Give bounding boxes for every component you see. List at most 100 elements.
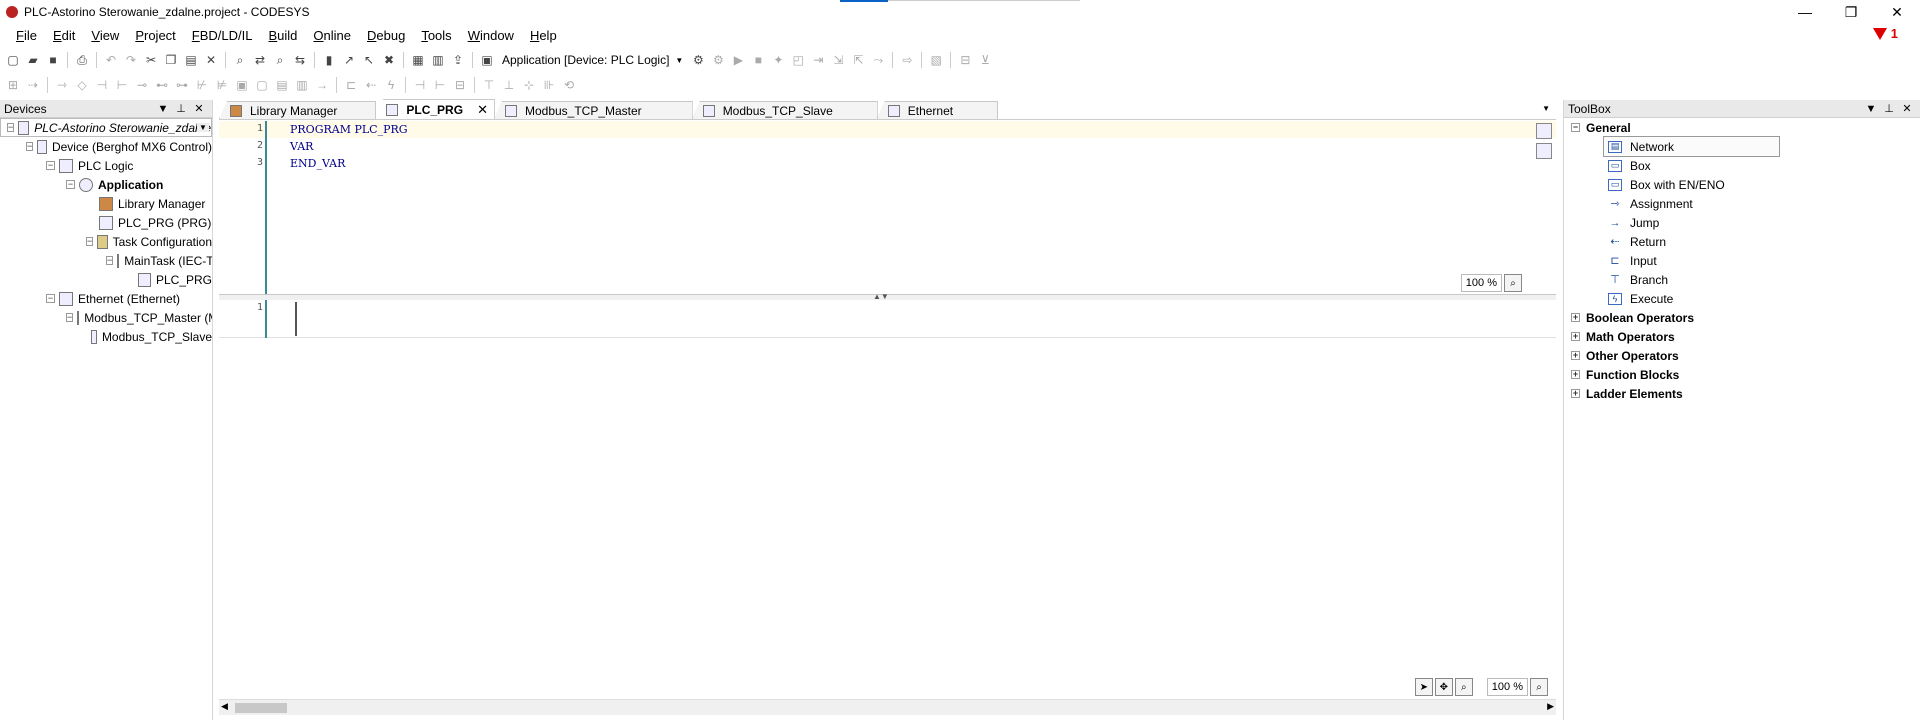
insert-negated-coil-icon[interactable]: ⊭ — [213, 76, 231, 94]
close-button[interactable]: ✕ — [1874, 0, 1920, 24]
insert-box-below-icon[interactable]: ▤ — [273, 76, 291, 94]
menu-build[interactable]: Build — [261, 28, 306, 43]
tree-item-plc-logic[interactable]: − PLC Logic — [0, 156, 212, 175]
toolbox-item-branch[interactable]: ⊤ Branch — [1564, 270, 1920, 289]
step-into-icon[interactable]: ⇲ — [829, 51, 847, 69]
insert-assignment-icon[interactable]: ⇾ — [53, 76, 71, 94]
replace-in-project-icon[interactable]: ⇆ — [291, 51, 309, 69]
remove-output-icon[interactable]: ⊢ — [431, 76, 449, 94]
implementation-editor[interactable]: 1 ➤ ✥ ⌕ 100 % ⌕ — [219, 300, 1556, 700]
tab-modbus-tcp-master[interactable]: Modbus_TCP_Master — [493, 101, 693, 119]
tab-ethernet[interactable]: Ethernet — [876, 101, 999, 119]
collapse-icon[interactable]: − — [46, 161, 55, 170]
toolbox-group-boolean-operators[interactable]: + Boolean Operators — [1564, 308, 1920, 327]
edge-detection-icon[interactable]: ⟲ — [560, 76, 578, 94]
branch-start-icon[interactable]: ⊥ — [500, 76, 518, 94]
set-output-icon[interactable]: ⊣ — [411, 76, 429, 94]
collapse-icon[interactable]: − — [106, 256, 114, 265]
application-combo[interactable]: Application [Device: PLC Logic] ▼ — [498, 50, 687, 70]
login-icon[interactable]: ⚙ — [689, 51, 707, 69]
tab-close-icon[interactable]: ✕ — [477, 102, 488, 118]
collapse-icon[interactable]: − — [66, 313, 74, 322]
menu-online[interactable]: Online — [305, 28, 359, 43]
delete-icon[interactable]: ✕ — [202, 51, 220, 69]
open-project-icon[interactable]: ▰ — [24, 51, 42, 69]
pin-icon[interactable]: ⊥ — [172, 102, 190, 115]
expand-icon[interactable]: + — [1571, 370, 1580, 379]
insert-negated-contact-icon[interactable]: ⊬ — [193, 76, 211, 94]
undo-icon[interactable]: ↶ — [102, 51, 120, 69]
negate-icon[interactable]: ⊟ — [451, 76, 469, 94]
find-in-project-icon[interactable]: ⌕ — [271, 51, 289, 69]
panel-close-icon[interactable]: ✕ — [190, 102, 208, 115]
build-dropdown-icon[interactable]: ▥ — [429, 51, 447, 69]
tabular-view-icon[interactable] — [1536, 143, 1552, 159]
toolbox-item-box[interactable]: ▭ Box — [1564, 156, 1920, 175]
unforce-values-icon[interactable]: ⊻ — [976, 51, 994, 69]
insert-reset-coil-icon[interactable]: ⊶ — [173, 76, 191, 94]
find-icon[interactable]: ⌕ — [231, 51, 249, 69]
insert-input-icon[interactable]: ⊏ — [342, 76, 360, 94]
tab-modbus-tcp-slave[interactable]: Modbus_TCP_Slave — [691, 101, 878, 119]
insert-parallel-contact-icon[interactable]: ⊢ — [113, 76, 131, 94]
breakpoint-icon[interactable]: ◰ — [789, 51, 807, 69]
insert-box-en-icon[interactable]: ▣ — [233, 76, 251, 94]
collapse-icon[interactable]: − — [7, 123, 15, 132]
tree-item-task-plc-prg[interactable]: PLC_PRG — [0, 270, 212, 289]
stop-icon[interactable]: ■ — [749, 51, 767, 69]
menu-fbd-ld-il[interactable]: FBD/LD/IL — [184, 28, 261, 43]
tree-item-device[interactable]: − Device (Berghof MX6 Control) — [0, 137, 212, 156]
step-over-icon[interactable]: ⇥ — [809, 51, 827, 69]
toolbox-group-function-blocks[interactable]: + Function Blocks — [1564, 365, 1920, 384]
tab-list-chevron-icon[interactable]: ▼ — [1542, 104, 1550, 113]
expand-icon[interactable]: + — [1571, 332, 1580, 341]
redo-icon[interactable]: ↷ — [122, 51, 140, 69]
menu-view[interactable]: View — [83, 28, 127, 43]
scroll-thumb[interactable] — [235, 703, 287, 713]
chevron-down-icon[interactable]: ▼ — [197, 123, 209, 132]
restore-button[interactable]: ❐ — [1828, 0, 1874, 24]
new-project-icon[interactable]: ▢ — [4, 51, 22, 69]
menu-project[interactable]: Project — [127, 28, 183, 43]
toolbox-group-other-operators[interactable]: + Other Operators — [1564, 346, 1920, 365]
collapse-icon[interactable]: − — [46, 294, 55, 303]
tree-item-ethernet[interactable]: − Ethernet (Ethernet) — [0, 289, 212, 308]
reset-icon[interactable]: ✦ — [769, 51, 787, 69]
toolbox-item-assignment[interactable]: ⇾ Assignment — [1564, 194, 1920, 213]
insert-network-below-icon[interactable]: ⇢ — [24, 76, 42, 94]
toolbox-item-box-with-en-eno[interactable]: ▭ Box with EN/ENO — [1564, 175, 1920, 194]
tree-item-application[interactable]: − Application — [0, 175, 212, 194]
menu-debug[interactable]: Debug — [359, 28, 413, 43]
insert-return-icon[interactable]: ⇠ — [362, 76, 380, 94]
pan-icon[interactable]: ✥ — [1434, 678, 1453, 696]
expand-icon[interactable]: + — [1571, 389, 1580, 398]
write-values-icon[interactable]: ▧ — [927, 51, 945, 69]
force-values-icon[interactable]: ⊟ — [956, 51, 974, 69]
toolbox-item-network[interactable]: ▤ Network — [1603, 136, 1780, 157]
zoom-icon[interactable]: ⌕ — [1504, 274, 1522, 292]
tree-item-project[interactable]: − PLC-Astorino Sterowanie_zdalne ▼ — [0, 118, 212, 137]
menu-file[interactable]: File — [8, 28, 45, 43]
step-out-icon[interactable]: ⇱ — [849, 51, 867, 69]
collapse-icon[interactable]: − — [66, 180, 75, 189]
pointer-icon[interactable]: ➤ — [1414, 678, 1433, 696]
minimize-button[interactable]: — — [1782, 0, 1828, 24]
next-bookmark-icon[interactable]: ↗ — [340, 51, 358, 69]
horizontal-scrollbar[interactable]: ◀ ▶ — [219, 699, 1556, 715]
bookmark-icon[interactable]: ▮ — [320, 51, 338, 69]
panel-menu-chevron-icon[interactable]: ▼ — [1862, 103, 1880, 115]
toolbox-item-input[interactable]: ⊏ Input — [1564, 251, 1920, 270]
branch-end-icon[interactable]: ⊹ — [520, 76, 538, 94]
panel-menu-chevron-icon[interactable]: ▼ — [154, 103, 172, 115]
collapse-icon[interactable]: − — [86, 237, 94, 246]
insert-set-coil-icon[interactable]: ⊷ — [153, 76, 171, 94]
scroll-right-icon[interactable]: ▶ — [1547, 701, 1554, 712]
messages-indicator[interactable]: 1 — [1872, 26, 1898, 41]
tree-item-library-manager[interactable]: Library Manager — [0, 194, 212, 213]
expand-icon[interactable]: + — [1571, 351, 1580, 360]
scroll-left-icon[interactable]: ◀ — [221, 701, 228, 712]
save-icon[interactable]: ■ — [44, 51, 62, 69]
window-layout-icon[interactable]: ▦ — [409, 51, 427, 69]
toolbox-group-general[interactable]: − General — [1564, 118, 1920, 137]
export-icon[interactable]: ⇪ — [449, 51, 467, 69]
